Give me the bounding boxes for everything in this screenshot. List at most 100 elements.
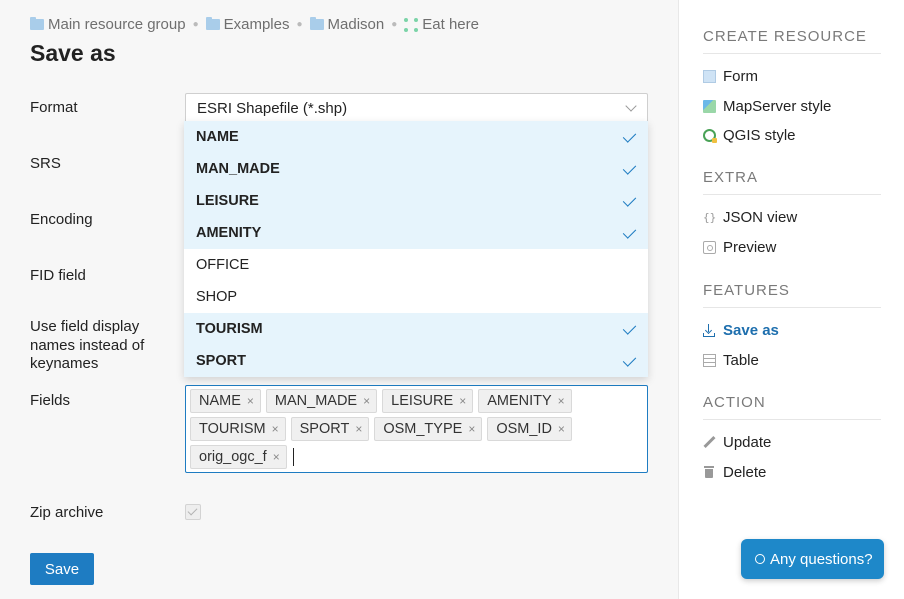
breadcrumb-item[interactable]: Eat here xyxy=(404,16,479,33)
tag-label: TOURISM xyxy=(199,421,266,437)
breadcrumb-separator: ● xyxy=(192,19,199,30)
section-heading: EXTRA xyxy=(703,169,881,195)
form-icon xyxy=(703,70,716,84)
breadcrumb-item[interactable]: Examples xyxy=(205,16,290,33)
section-heading: FEATURES xyxy=(703,282,881,308)
dropdown-option[interactable]: SHOP xyxy=(184,281,648,313)
sidebar-item-label: Preview xyxy=(723,238,777,256)
sidebar-item-label: QGIS style xyxy=(723,127,796,145)
remove-tag-icon[interactable]: × xyxy=(273,450,280,464)
tag-label: MAN_MADE xyxy=(274,393,358,409)
dropdown-option[interactable]: NAME xyxy=(184,121,648,153)
dropdown-option[interactable]: LEISURE xyxy=(184,185,648,217)
field-tag: AMENITY × xyxy=(478,389,572,413)
tag-label: orig_ogc_f xyxy=(199,449,267,465)
dropdown-option[interactable]: TOURISM xyxy=(184,313,648,345)
sidebar-item-label: Save as xyxy=(723,322,779,340)
display-names-label: Use field display names instead of keyna… xyxy=(30,318,145,372)
option-label: SHOP xyxy=(196,289,238,305)
sidebar-item-update[interactable]: Update xyxy=(703,428,881,458)
remove-tag-icon[interactable]: × xyxy=(272,422,279,436)
option-label: AMENITY xyxy=(196,225,262,241)
remove-tag-icon[interactable]: × xyxy=(363,394,370,408)
json-icon: {} xyxy=(703,211,717,225)
chat-icon xyxy=(755,554,765,564)
checkmark-icon xyxy=(622,192,637,207)
sidebar: CREATE RESOURCE Form MapServer style QGI… xyxy=(678,0,904,599)
remove-tag-icon[interactable]: × xyxy=(355,422,362,436)
checkmark-icon xyxy=(622,320,637,335)
breadcrumb-label: Examples xyxy=(223,16,290,33)
field-tag: SPORT × xyxy=(290,417,370,441)
tag-label: OSM_ID xyxy=(496,421,552,437)
option-label: MAN_MADE xyxy=(196,161,280,177)
remove-tag-icon[interactable]: × xyxy=(468,422,475,436)
remove-tag-icon[interactable]: × xyxy=(247,394,254,408)
breadcrumb-separator: ● xyxy=(296,19,303,30)
sidebar-section-create-resource: CREATE RESOURCE Form MapServer style QGI… xyxy=(703,28,881,151)
checkmark-icon xyxy=(622,352,637,367)
format-select[interactable]: ESRI Shapefile (*.shp) xyxy=(185,93,648,123)
sidebar-item-preview[interactable]: Preview xyxy=(703,233,881,263)
table-icon xyxy=(703,353,716,367)
mapserver-style-icon xyxy=(703,99,716,113)
field-tag: TOURISM × xyxy=(190,417,286,441)
sidebar-item-form[interactable]: Form xyxy=(703,62,881,92)
encoding-label: Encoding xyxy=(30,211,93,228)
section-heading: CREATE RESOURCE xyxy=(703,28,881,54)
tag-label: OSM_TYPE xyxy=(383,421,463,437)
fields-dropdown: NAME MAN_MADE LEISURE AMENITY OFFICE SHO… xyxy=(184,121,648,377)
zip-archive-label: Zip archive xyxy=(30,504,104,521)
tag-label: LEISURE xyxy=(391,393,454,409)
field-tag: MAN_MADE × xyxy=(265,389,378,413)
format-label: Format xyxy=(30,99,78,116)
vector-layer-icon xyxy=(404,17,419,32)
folder-icon xyxy=(309,17,324,30)
remove-tag-icon[interactable]: × xyxy=(558,422,565,436)
zip-archive-checkbox[interactable] xyxy=(185,504,201,520)
section-heading: ACTION xyxy=(703,394,881,420)
srs-label: SRS xyxy=(30,155,61,172)
sidebar-item-label: JSON view xyxy=(723,209,798,227)
folder-icon xyxy=(205,17,220,30)
sidebar-item-label: Update xyxy=(723,434,772,452)
breadcrumb-item[interactable]: Madison xyxy=(309,16,384,33)
tag-label: SPORT xyxy=(299,421,350,437)
chat-button[interactable]: Any questions? xyxy=(741,539,884,579)
text-caret xyxy=(292,448,294,466)
sidebar-item-save-as[interactable]: Save as xyxy=(703,316,881,346)
field-tag: orig_ogc_f × xyxy=(190,445,287,469)
dropdown-option[interactable]: AMENITY xyxy=(184,217,648,249)
trash-icon xyxy=(703,465,716,479)
sidebar-item-qgis-style[interactable]: QGIS style xyxy=(703,121,881,151)
sidebar-item-table[interactable]: Table xyxy=(703,346,881,376)
folder-icon xyxy=(30,17,44,30)
chevron-down-icon xyxy=(625,100,637,112)
save-button[interactable]: Save xyxy=(30,553,94,585)
chat-label: Any questions? xyxy=(770,550,873,568)
dropdown-option[interactable]: MAN_MADE xyxy=(184,153,648,185)
checkmark-icon xyxy=(622,224,637,239)
sidebar-item-mapserver-style[interactable]: MapServer style xyxy=(703,92,881,122)
checkmark-icon xyxy=(622,128,637,143)
remove-tag-icon[interactable]: × xyxy=(558,394,565,408)
sidebar-section-extra: EXTRA {} JSON view Preview xyxy=(703,169,881,262)
breadcrumb-label: Eat here xyxy=(422,16,479,33)
dropdown-option[interactable]: SPORT xyxy=(184,345,648,377)
sidebar-item-json-view[interactable]: {} JSON view xyxy=(703,203,881,233)
sidebar-item-label: Form xyxy=(723,68,758,86)
option-label: SPORT xyxy=(196,353,246,369)
option-label: OFFICE xyxy=(196,257,250,273)
sidebar-item-label: Table xyxy=(723,351,759,369)
breadcrumb-item[interactable]: Main resource group xyxy=(30,16,186,33)
tag-label: NAME xyxy=(199,393,241,409)
dropdown-option[interactable]: OFFICE xyxy=(184,249,648,281)
format-value: ESRI Shapefile (*.shp) xyxy=(197,100,348,117)
fields-multiselect[interactable]: NAME × MAN_MADE × LEISURE × AMENITY × TOURIS… xyxy=(185,385,648,473)
remove-tag-icon[interactable]: × xyxy=(459,394,466,408)
fid-field-label: FID field xyxy=(30,267,86,284)
sidebar-item-delete[interactable]: Delete xyxy=(703,458,881,488)
tag-label: AMENITY xyxy=(487,393,552,409)
download-icon xyxy=(703,324,716,338)
qgis-style-icon xyxy=(703,129,717,144)
